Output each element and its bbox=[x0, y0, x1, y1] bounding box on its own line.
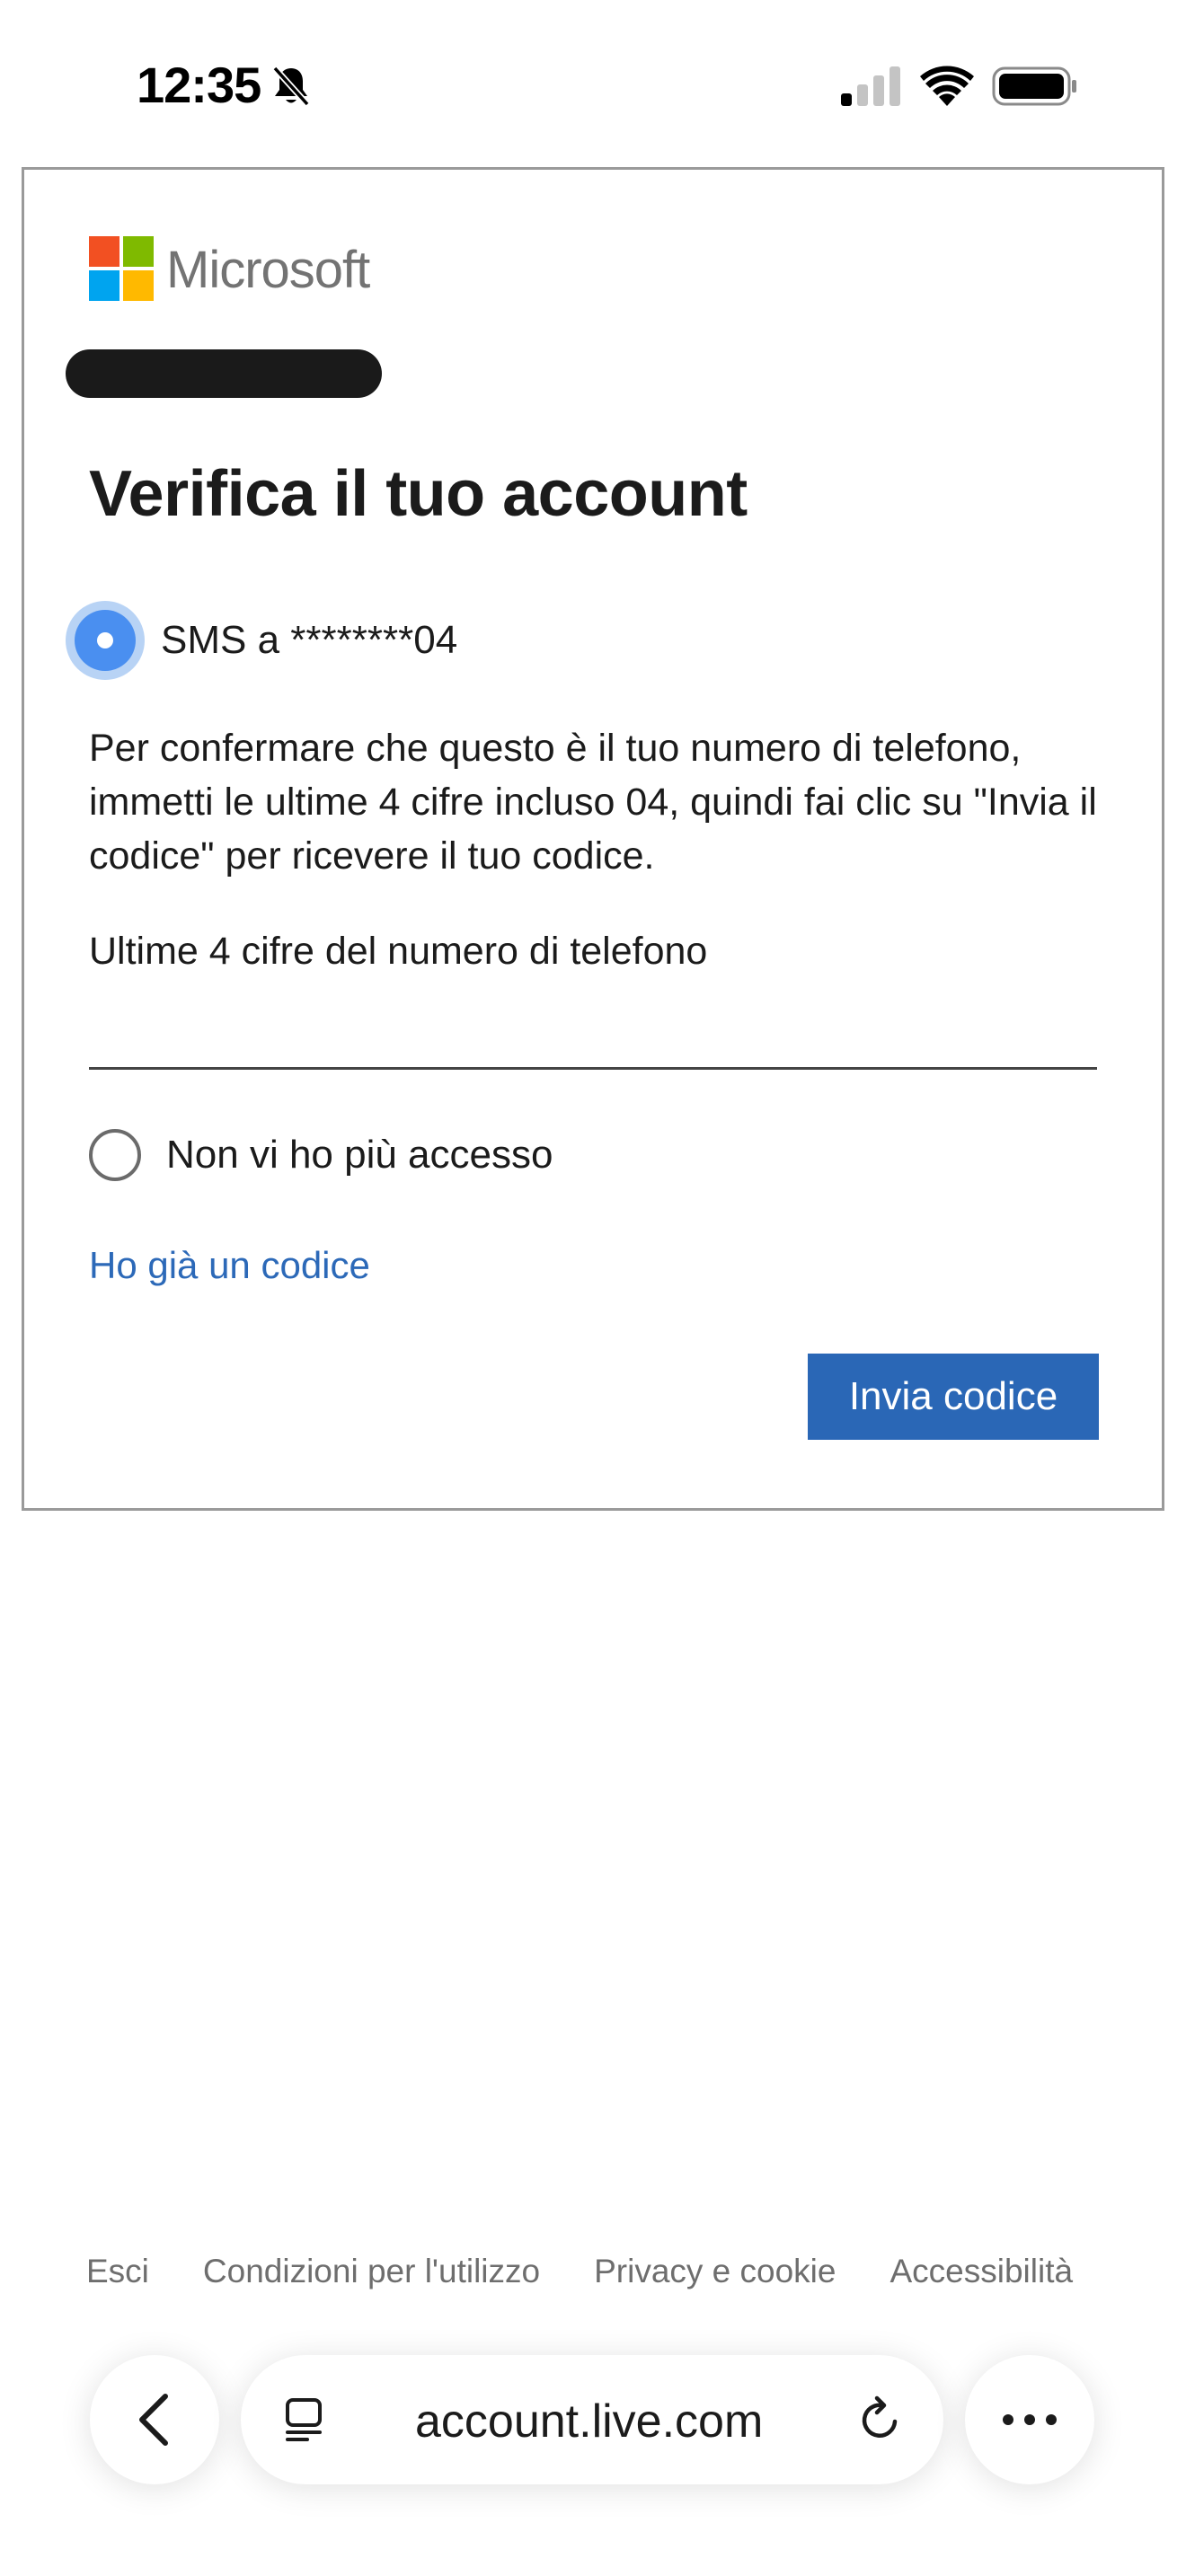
logo-square-red bbox=[89, 236, 119, 267]
page-title: Verifica il tuo account bbox=[89, 458, 748, 530]
status-time: 12:35 bbox=[137, 57, 261, 113]
sms-radio[interactable] bbox=[66, 601, 145, 680]
last-four-digits-input[interactable] bbox=[89, 1003, 1097, 1070]
wifi-icon bbox=[920, 66, 974, 106]
footer-link-terms[interactable]: Condizioni per l'utilizzo bbox=[203, 2253, 540, 2290]
microsoft-logo-icon bbox=[89, 236, 154, 301]
logo-square-green bbox=[123, 236, 154, 267]
reload-icon[interactable] bbox=[855, 2395, 906, 2445]
tabs-icon[interactable] bbox=[280, 2396, 327, 2443]
sms-radio-dot bbox=[97, 632, 113, 648]
have-code-link[interactable]: Ho già un codice bbox=[89, 1244, 370, 1287]
back-button[interactable] bbox=[90, 2355, 219, 2484]
logo-square-blue bbox=[89, 270, 119, 301]
no-access-label: Non vi ho più accesso bbox=[166, 1133, 553, 1177]
more-button[interactable] bbox=[965, 2355, 1094, 2484]
signal-icon bbox=[841, 66, 900, 106]
battery-icon bbox=[992, 66, 1076, 106]
browser-toolbar: account.live.com bbox=[0, 2335, 1186, 2576]
brand-wordmark: Microsoft bbox=[166, 241, 370, 299]
logo-square-yellow bbox=[123, 270, 154, 301]
instructions-text: Per confermare che questo è il tuo numer… bbox=[89, 727, 1097, 878]
footer-link-signout[interactable]: Esci bbox=[86, 2253, 149, 2290]
page: 12:35 Microsoft Verifica il tuo account … bbox=[0, 0, 1186, 2576]
no-access-radio[interactable] bbox=[89, 1129, 141, 1181]
back-icon bbox=[139, 2394, 168, 2446]
footer-link-privacy[interactable]: Privacy e cookie bbox=[594, 2253, 836, 2290]
address-bar[interactable]: account.live.com bbox=[241, 2355, 943, 2484]
footer-links: Esci Condizioni per l'utilizzo Privacy e… bbox=[86, 2253, 1073, 2290]
digits-field-label: Ultime 4 cifre del numero di telefono bbox=[89, 930, 708, 973]
url-text: account.live.com bbox=[415, 2395, 764, 2448]
status-bar: 12:35 bbox=[0, 0, 1186, 162]
sms-option-label: SMS a ********04 bbox=[161, 618, 458, 662]
sign-in-card: Microsoft Verifica il tuo account SMS a … bbox=[22, 167, 1164, 1511]
redacted-account-email bbox=[66, 349, 382, 398]
bell-off-icon bbox=[272, 66, 310, 107]
sms-option[interactable]: SMS a ********04 bbox=[66, 601, 458, 680]
more-icon bbox=[1003, 2414, 1057, 2425]
send-code-button[interactable]: Invia codice bbox=[808, 1354, 1099, 1440]
no-access-option[interactable]: Non vi ho più accesso bbox=[89, 1129, 553, 1181]
footer-link-accessibility[interactable]: Accessibilità bbox=[890, 2253, 1073, 2290]
